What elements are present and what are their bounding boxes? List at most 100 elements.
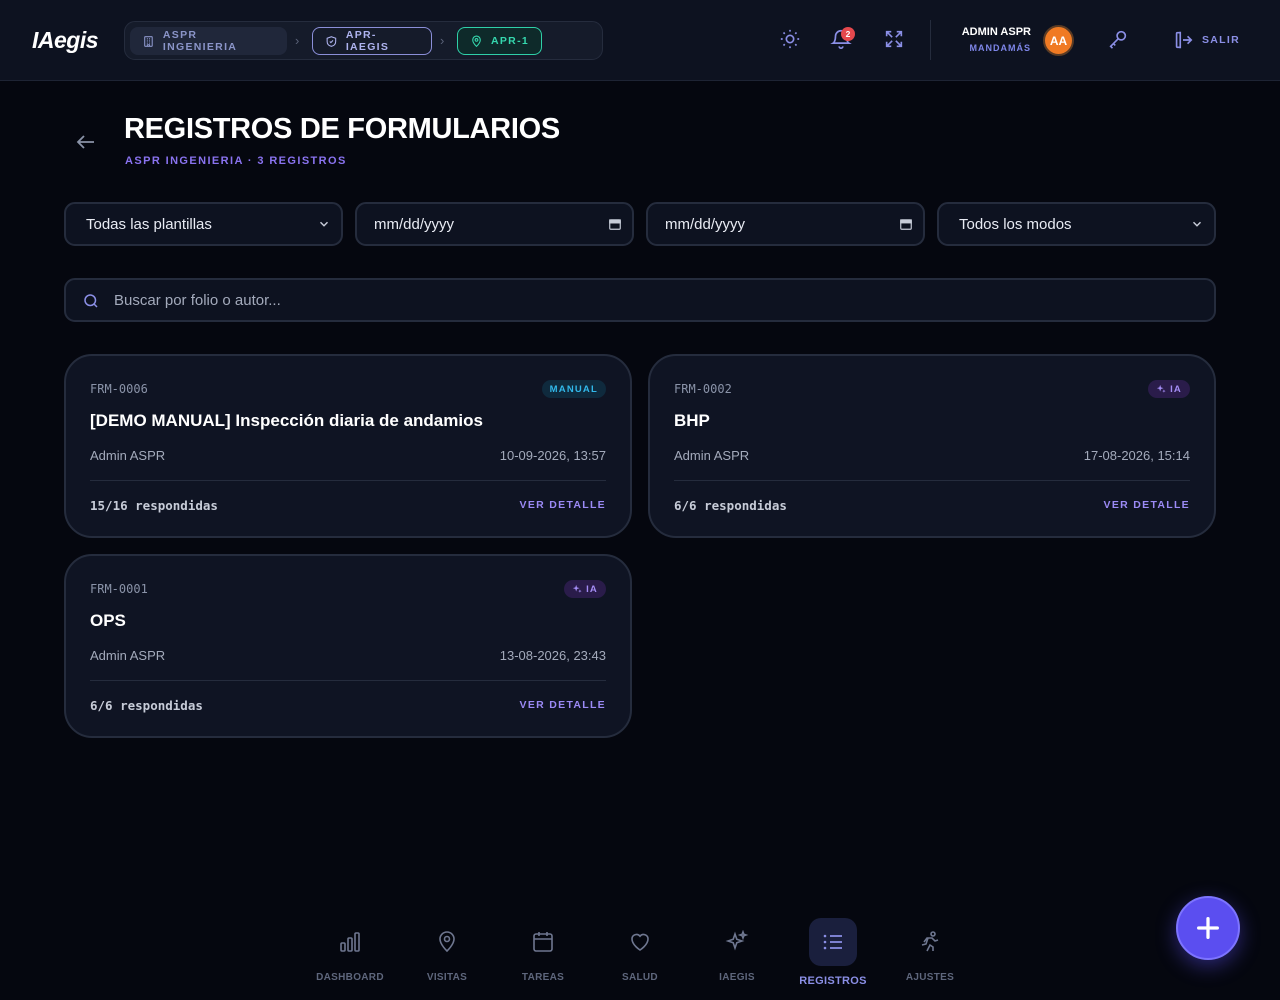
theme-toggle-button[interactable]: [779, 28, 803, 52]
nav-item-salud[interactable]: SALUD: [592, 918, 688, 988]
chevron-right-icon: ›: [295, 33, 300, 48]
record-folio: FRM-0001: [90, 582, 148, 596]
mode-badge-manual: MANUAL: [541, 380, 606, 398]
sparkles-icon: [1156, 384, 1166, 393]
sparkles-icon: [713, 918, 761, 966]
date-to-value: mm/dd/yyyy: [665, 215, 746, 233]
record-author: Admin ASPR: [90, 648, 166, 663]
record-folio: FRM-0006: [90, 382, 148, 396]
list-icon: [809, 918, 857, 966]
record-card[interactable]: FRM-0001 IA OPS Admin ASPR 13-08-2026, 2…: [64, 554, 632, 738]
record-answered: 6/6 respondidas: [674, 498, 787, 513]
breadcrumb-site-label: APR-1: [491, 35, 530, 47]
search-input[interactable]: [114, 280, 1194, 320]
app-logo[interactable]: IAegis: [32, 27, 99, 54]
record-answered: 6/6 respondidas: [90, 698, 203, 713]
record-card[interactable]: FRM-0002 IA BHP Admin ASPR 17-08-2026, 1…: [648, 354, 1216, 538]
card-divider: [674, 480, 1190, 481]
map-pin-icon: [472, 35, 481, 47]
fullscreen-button[interactable]: [883, 28, 907, 52]
runner-icon: [906, 918, 954, 966]
calendar-icon: [900, 219, 912, 230]
mode-badge-ia: IA: [1148, 380, 1190, 398]
page-title: REGISTROS DE FORMULARIOS: [124, 113, 560, 145]
card-divider: [90, 680, 606, 681]
heart-icon: [616, 918, 664, 966]
user-role: MANDAMÁS: [969, 43, 1031, 53]
nav-label: SALUD: [622, 972, 658, 983]
header-divider: [930, 20, 931, 60]
logout-label: SALIR: [1202, 34, 1240, 46]
breadcrumb-site[interactable]: APR-1: [457, 27, 542, 55]
back-button[interactable]: [74, 130, 98, 154]
add-record-button[interactable]: [1176, 896, 1240, 960]
view-detail-link[interactable]: VER DETALLE: [520, 699, 606, 711]
expand-icon: [885, 30, 903, 48]
nav-label: REGISTROS: [799, 975, 867, 987]
nav-item-iaegis[interactable]: IAEGIS: [689, 918, 785, 988]
nav-label: TAREAS: [521, 972, 565, 983]
mode-filter-value: Todos los modos: [959, 215, 1072, 233]
record-answered: 15/16 respondidas: [90, 498, 218, 513]
sun-icon: [780, 29, 800, 49]
breadcrumb: ASPR INGENIERIA › APR-IAEGIS › APR-1: [124, 21, 603, 60]
record-date: 13-08-2026, 23:43: [499, 648, 606, 663]
user-name: ADMIN ASPR: [961, 26, 1031, 38]
nav-item-visitas[interactable]: VISITAS: [399, 918, 495, 988]
top-bar: IAegis ASPR INGENIERIA › APR-IAEGIS › AP…: [0, 0, 1280, 81]
search-bar: [64, 278, 1216, 322]
nav-item-ajustes[interactable]: AJUSTES: [882, 918, 978, 988]
date-to-input[interactable]: mm/dd/yyyy: [646, 202, 925, 246]
template-filter-select[interactable]: Todas las plantillas: [64, 202, 343, 246]
view-detail-link[interactable]: VER DETALLE: [520, 499, 606, 511]
record-card[interactable]: FRM-0006 MANUAL [DEMO MANUAL] Inspección…: [64, 354, 632, 538]
sparkles-icon: [572, 584, 582, 593]
card-divider: [90, 480, 606, 481]
avatar[interactable]: AA: [1043, 25, 1074, 56]
date-from-value: mm/dd/yyyy: [374, 215, 455, 233]
template-filter-value: Todas las plantillas: [86, 215, 212, 233]
change-password-button[interactable]: [1107, 28, 1131, 52]
logout-button[interactable]: SALIR: [1172, 27, 1240, 53]
breadcrumb-company-label: ASPR INGENIERIA: [162, 29, 238, 53]
page-subtitle: ASPR INGENIERIA · 3 REGISTROS: [125, 155, 347, 167]
record-title: BHP: [674, 411, 710, 430]
record-author: Admin ASPR: [674, 448, 750, 463]
breadcrumb-project[interactable]: APR-IAEGIS: [312, 27, 432, 55]
record-title: [DEMO MANUAL] Inspección diaria de andam…: [90, 411, 483, 430]
mode-badge-label: IA: [1170, 383, 1182, 395]
chevron-down-icon: [319, 221, 329, 227]
breadcrumb-company[interactable]: ASPR INGENIERIA: [130, 27, 287, 55]
bar-chart-icon: [326, 918, 374, 966]
chevron-down-icon: [1192, 221, 1202, 227]
record-title: OPS: [90, 611, 126, 630]
record-date: 17-08-2026, 15:14: [1083, 448, 1190, 463]
calendar-icon: [519, 918, 567, 966]
notifications-count-badge: 2: [841, 27, 855, 41]
nav-label: AJUSTES: [905, 972, 955, 983]
plus-icon: [1197, 917, 1219, 939]
view-detail-link[interactable]: VER DETALLE: [1104, 499, 1190, 511]
nav-item-tareas[interactable]: TAREAS: [495, 918, 591, 988]
arrow-left-icon: [76, 135, 94, 149]
nav-label: VISITAS: [426, 972, 468, 983]
key-icon: [1109, 30, 1127, 49]
nav-item-dashboard[interactable]: DASHBOARD: [302, 918, 398, 988]
shield-icon: [326, 35, 337, 47]
record-author: Admin ASPR: [90, 448, 166, 463]
chevron-right-icon: ›: [440, 33, 445, 48]
mode-badge-label: IA: [586, 583, 598, 595]
breadcrumb-project-label: APR-IAEGIS: [345, 29, 390, 53]
calendar-icon: [609, 219, 621, 230]
building-icon: [144, 35, 153, 47]
mode-badge-label: MANUAL: [549, 383, 598, 395]
nav-label: IAEGIS: [719, 972, 755, 983]
nav-label: DASHBOARD: [316, 972, 384, 983]
map-pin-icon: [423, 918, 471, 966]
date-from-input[interactable]: mm/dd/yyyy: [355, 202, 634, 246]
mode-filter-select[interactable]: Todos los modos: [937, 202, 1216, 246]
nav-item-registros[interactable]: REGISTROS: [785, 918, 881, 988]
search-icon: [84, 294, 98, 308]
mode-badge-ia: IA: [564, 580, 606, 598]
record-folio: FRM-0002: [674, 382, 732, 396]
